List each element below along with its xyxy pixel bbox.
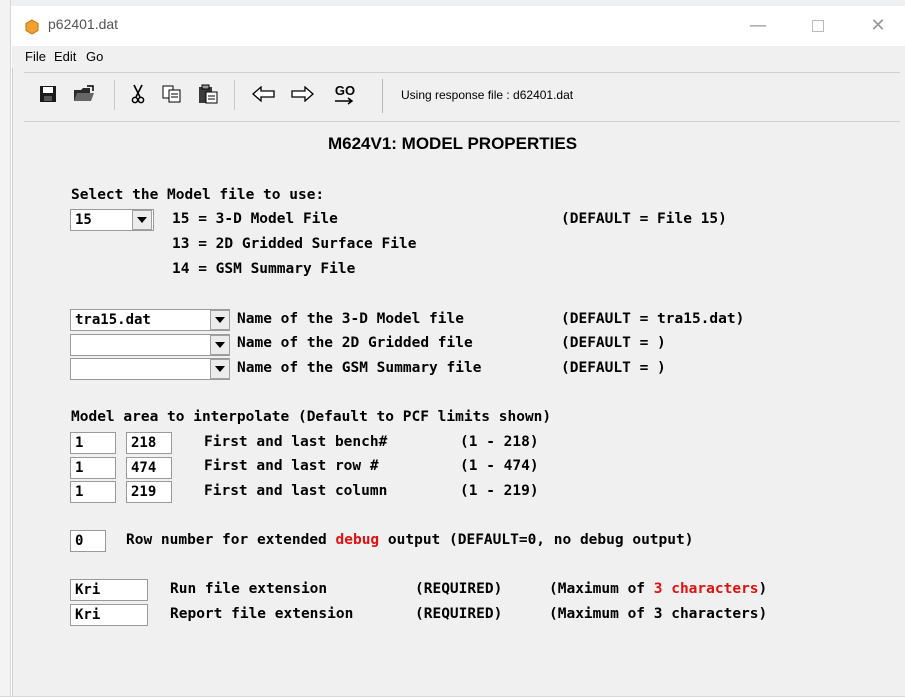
debug-label-pre: Row number for extended — [126, 532, 336, 548]
close-button[interactable]: ✕ — [858, 12, 898, 40]
menu-edit[interactable]: Edit — [54, 49, 76, 64]
report-extension-required: (REQUIRED) — [415, 606, 503, 622]
column-last-value: 219 — [131, 484, 157, 500]
column-label: First and last column — [204, 483, 388, 499]
report-extension-label: Report file extension — [170, 606, 354, 622]
column-range: (1 - 219) — [460, 483, 539, 499]
bench-last-input[interactable]: 218 — [126, 432, 172, 454]
row-last-value: 474 — [131, 460, 157, 476]
debug-label-highlight: debug — [335, 532, 380, 548]
model-select-heading: Select the Model file to use: — [71, 187, 325, 203]
report-extension-input[interactable]: Kri — [70, 604, 148, 626]
run-extension-max-post: ) — [758, 581, 768, 597]
menu-file[interactable]: File — [25, 49, 46, 64]
chevron-down-icon[interactable] — [210, 359, 230, 379]
model-option-default: (DEFAULT = File 15) — [561, 211, 727, 227]
debug-row-value: 0 — [75, 533, 84, 549]
forward-arrow-icon[interactable] — [290, 82, 314, 106]
gridded-file-input[interactable] — [70, 334, 230, 356]
run-extension-max: (Maximum of 3 characters) — [549, 581, 767, 597]
run-extension-max-highlight: 3 characters — [653, 581, 759, 597]
status-text: Using response file : d62401.dat — [401, 88, 574, 102]
chevron-down-icon[interactable] — [210, 310, 230, 330]
row-label: First and last row # — [204, 458, 379, 474]
paste-icon[interactable] — [196, 82, 220, 106]
gridded-file-label: Name of the 2D Gridded file — [237, 335, 491, 351]
model-3d-file-default: (DEFAULT = tra15.dat) — [561, 311, 745, 327]
gsm-file-input[interactable] — [70, 358, 230, 380]
column-first-input[interactable]: 1 — [70, 481, 116, 503]
gsm-file-default: (DEFAULT = ) — [561, 360, 666, 376]
run-extension-max-pre: (Maximum of — [549, 581, 654, 597]
chevron-down-icon[interactable] — [132, 210, 152, 230]
run-extension-label: Run file extension — [170, 581, 328, 597]
model-3d-file-input[interactable]: tra15.dat — [70, 309, 230, 331]
status-panel: Using response file : d62401.dat — [382, 79, 897, 113]
bench-label: First and last bench# — [204, 434, 388, 450]
toolbar-separator — [234, 80, 235, 110]
app-icon — [25, 19, 39, 35]
report-extension-value: Kri — [75, 607, 101, 623]
report-extension-max: (Maximum of 3 characters) — [549, 606, 768, 622]
debug-label-post: output (DEFAULT=0, no debug output) — [379, 532, 694, 548]
debug-label: Row number for extended debug output (DE… — [126, 532, 693, 548]
row-first-input[interactable]: 1 — [70, 457, 116, 479]
bench-first-value: 1 — [75, 435, 84, 451]
model-3d-file-value: tra15.dat — [75, 312, 151, 328]
back-arrow-icon[interactable] — [252, 82, 276, 106]
debug-row-input[interactable]: 0 — [70, 530, 106, 552]
save-icon[interactable] — [36, 82, 60, 106]
window-title: p62401.dat — [48, 16, 119, 32]
go-icon[interactable]: GO — [330, 82, 360, 106]
area-heading: Model area to interpolate (Default to PC… — [71, 409, 552, 425]
gsm-file-label: Name of the GSM Summary file — [237, 360, 491, 376]
gridded-file-default: (DEFAULT = ) — [561, 335, 666, 351]
run-extension-required: (REQUIRED) — [415, 581, 503, 597]
model-option-14: 14 = GSM Summary File — [172, 261, 356, 277]
page-title: M624V1: MODEL PROPERTIES — [327, 134, 578, 153]
model-option-13: 13 = 2D Gridded Surface File — [172, 236, 417, 252]
desktop-left-strip — [0, 0, 11, 697]
bench-last-value: 218 — [131, 435, 157, 451]
bench-range: (1 - 218) — [460, 434, 539, 450]
row-last-input[interactable]: 474 — [126, 457, 172, 479]
chevron-down-icon[interactable] — [210, 335, 230, 355]
column-first-value: 1 — [75, 484, 84, 500]
menu-bar: File Edit Go — [12, 46, 905, 68]
go-label: GO — [334, 82, 356, 98]
copy-icon[interactable] — [160, 82, 184, 106]
bench-first-input[interactable]: 1 — [70, 432, 116, 454]
cut-icon[interactable] — [126, 82, 150, 106]
row-first-value: 1 — [75, 460, 84, 476]
menu-go[interactable]: Go — [86, 49, 103, 64]
maximize-button[interactable] — [798, 12, 838, 40]
open-icon[interactable] — [72, 82, 96, 106]
toolbar-separator — [114, 80, 115, 110]
column-last-input[interactable]: 219 — [126, 481, 172, 503]
model-file-select-value: 15 — [75, 212, 92, 228]
model-option-15: 15 = 3-D Model File — [172, 211, 338, 227]
row-range: (1 - 474) — [460, 458, 539, 474]
run-extension-value: Kri — [75, 582, 101, 598]
run-extension-input[interactable]: Kri — [70, 579, 148, 601]
minimize-button[interactable]: — — [738, 12, 778, 40]
model-3d-file-label: Name of the 3-D Model file — [237, 311, 482, 327]
